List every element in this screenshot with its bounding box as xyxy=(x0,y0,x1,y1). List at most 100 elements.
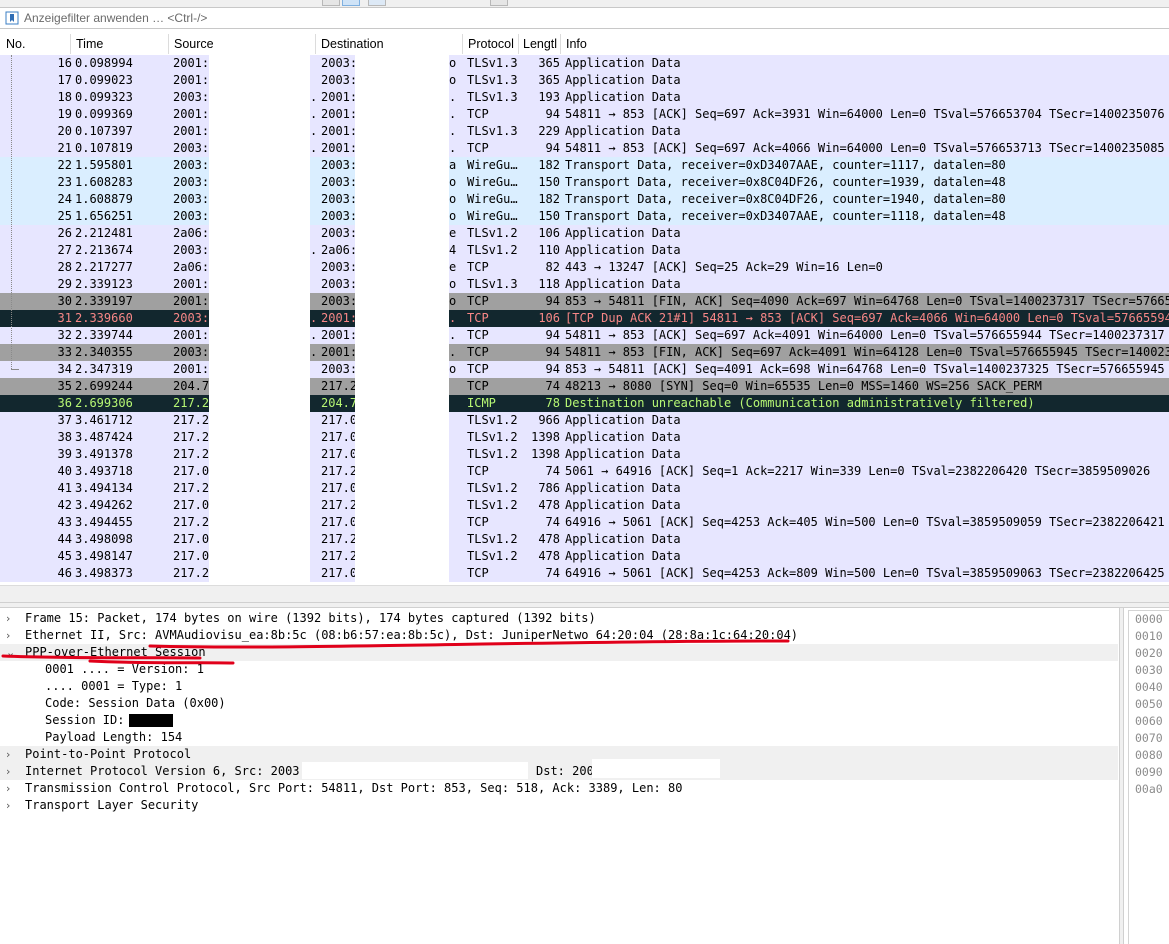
packet-row-33[interactable]: 33 2.340355 2003: 2001: TCP 94 54811 → 853 [FI… xyxy=(0,344,1169,361)
packet-destination: 2003: xyxy=(321,277,355,291)
conversation-tree-line xyxy=(11,55,13,369)
expand-down-icon[interactable]: ⌄ xyxy=(6,644,18,661)
packet-bytes-pane[interactable]: 0000 0010 0020 0030 0040 0050 0060 0070 0080 0090… xyxy=(1124,608,1169,944)
packet-source: 2001: xyxy=(173,56,209,70)
bookmark-icon[interactable] xyxy=(5,11,19,25)
packet-row-18[interactable]: 18 0.099323 2003: 2001: TLSv1.3 193 Applicatio… xyxy=(0,89,1169,106)
packet-row-45[interactable]: 45 3.498147 217.0 217.2 TLSv1.2 478 Applicatio… xyxy=(0,548,1169,565)
packet-row-21[interactable]: 21 0.107819 2003: 2001: TCP 94 54811 → 853 [AC… xyxy=(0,140,1169,157)
packet-number: 40 xyxy=(57,464,72,478)
packet-row-30[interactable]: 30 2.339197 2001: 2003: TCP 94 853 → 54811 [FI… xyxy=(0,293,1169,310)
packet-source: 2a06: xyxy=(173,260,209,274)
packet-row-39[interactable]: 39 3.491378 217.2 217.0 TLSv1.2 1398 Applicati… xyxy=(0,446,1169,463)
detail-row-1[interactable]: › Ethernet II, Src: AVMAudiovisu_ea:8b:5c… xyxy=(0,627,1118,644)
detail-row-3[interactable]: 0001 .... = Version: 1 xyxy=(0,661,1118,678)
packet-row-26[interactable]: 26 2.212481 2a06: 2003: TLSv1.2 106 Applicatio… xyxy=(0,225,1169,242)
toolbar-button[interactable] xyxy=(322,0,340,6)
packet-row-34[interactable]: 34 2.347319 2001: 2003: TCP 94 853 → 54811 [AC… xyxy=(0,361,1169,378)
packet-list[interactable]: 16 0.098994 2001: 2003: TLSv1.3 365 Applicatio… xyxy=(0,55,1169,585)
packet-info: 54811 → 853 [ACK] Seq=697 Ack=4091 Win=6… xyxy=(565,328,1165,342)
packet-row-27[interactable]: 27 2.213674 2003: 2a06: TLSv1.2 110 Applicatio… xyxy=(0,242,1169,259)
ipv6-dst-label: Dst: 200 xyxy=(536,764,594,778)
packet-length: 118 xyxy=(538,277,560,291)
expand-right-icon[interactable]: › xyxy=(6,797,18,814)
packet-row-23[interactable]: 23 1.608283 2003: 2003: WireGu… 150 Transport … xyxy=(0,174,1169,191)
packet-row-41[interactable]: 41 3.494134 217.2 217.0 TLSv1.2 786 Applicatio… xyxy=(0,480,1169,497)
packet-row-46[interactable]: 46 3.498373 217.2 217.0 TCP 74 64916 → 5061 [A… xyxy=(0,565,1169,582)
packet-row-37[interactable]: 37 3.461712 217.2 217.0 TLSv1.2 966 Applicatio… xyxy=(0,412,1169,429)
packet-row-20[interactable]: 20 0.107397 2001: 2001: TLSv1.3 229 Applicatio… xyxy=(0,123,1169,140)
packet-source-suffix xyxy=(310,174,318,191)
detail-row-5[interactable]: Code: Session Data (0x00) xyxy=(0,695,1118,712)
detail-row-4[interactable]: .... 0001 = Type: 1 xyxy=(0,678,1118,695)
display-filter-bar xyxy=(0,7,1169,29)
detail-row-11[interactable]: › Transport Layer Security xyxy=(0,797,1118,814)
packet-row-29[interactable]: 29 2.339123 2001: 2003: TLSv1.3 118 Applicatio… xyxy=(0,276,1169,293)
expand-right-icon[interactable]: › xyxy=(6,780,18,797)
packet-row-22[interactable]: 22 1.595801 2003: 2003: WireGu… 182 Transport … xyxy=(0,157,1169,174)
packet-info: 54811 → 853 [FIN, ACK] Seq=697 Ack=4091 … xyxy=(565,345,1169,359)
column-header-source[interactable]: Source xyxy=(174,37,214,51)
expand-right-icon[interactable]: › xyxy=(6,627,18,644)
packet-length: 478 xyxy=(538,549,560,563)
main-toolbar xyxy=(0,0,1169,7)
packet-length: 182 xyxy=(538,192,560,206)
packet-source: 2001: xyxy=(173,277,209,291)
packet-source-suffix xyxy=(310,55,318,72)
packet-number: 37 xyxy=(57,413,72,427)
packet-row-44[interactable]: 44 3.498098 217.0 217.2 TLSv1.2 478 Applicatio… xyxy=(0,531,1169,548)
expand-right-icon[interactable]: › xyxy=(6,763,18,780)
packet-list-header: No. Time Source Destination Protocol Len… xyxy=(0,34,1169,56)
packet-row-32[interactable]: 32 2.339744 2001: 2001: TCP 94 54811 → 853 [AC… xyxy=(0,327,1169,344)
detail-row-10[interactable]: › Transmission Control Protocol, Src Port… xyxy=(0,780,1118,797)
expand-right-icon[interactable]: › xyxy=(6,610,18,627)
packet-row-16[interactable]: 16 0.098994 2001: 2003: TLSv1.3 365 Applicatio… xyxy=(0,55,1169,72)
packet-length: 365 xyxy=(538,56,560,70)
packet-length: 182 xyxy=(538,158,560,172)
packet-source: 217.0 xyxy=(173,498,209,512)
packet-source: 217.2 xyxy=(173,566,209,580)
detail-row-2[interactable]: ⌄ PPP-over-Ethernet Session xyxy=(0,644,1118,661)
packet-row-35[interactable]: 35 2.699244 204.7 217.2 TCP 74 48213 → 8080 [S… xyxy=(0,378,1169,395)
packet-protocol: TCP xyxy=(467,141,489,155)
toolbar-button-active[interactable] xyxy=(342,0,360,6)
toolbar-button[interactable] xyxy=(490,0,508,6)
conversation-tree-end xyxy=(11,369,19,370)
packet-row-42[interactable]: 42 3.494262 217.0 217.2 TLSv1.2 478 Applicatio… xyxy=(0,497,1169,514)
packet-row-19[interactable]: 19 0.099369 2001: 2001: TCP 94 54811 → 853 [AC… xyxy=(0,106,1169,123)
expand-right-icon[interactable]: › xyxy=(6,746,18,763)
packet-destination: 2001: xyxy=(321,90,355,104)
packet-info: 54811 → 853 [ACK] Seq=697 Ack=4066 Win=6… xyxy=(565,141,1165,155)
packet-time: 3.494134 xyxy=(75,481,133,495)
packet-row-24[interactable]: 24 1.608879 2003: 2003: WireGu… 182 Transport … xyxy=(0,191,1169,208)
packet-destination-suffix: . xyxy=(449,124,457,138)
display-filter-input[interactable] xyxy=(24,9,1164,27)
packet-row-31[interactable]: 31 2.339660 2003: 2001: TCP 106 [TCP Dup ACK 2… xyxy=(0,310,1169,327)
packet-source-suffix: . xyxy=(310,107,318,121)
packet-time: 3.461712 xyxy=(75,413,133,427)
column-header-no[interactable]: No. xyxy=(6,37,25,51)
packet-row-25[interactable]: 25 1.656251 2003: 2003: WireGu… 150 Transport … xyxy=(0,208,1169,225)
packet-source: 2003: xyxy=(173,90,209,104)
column-header-protocol[interactable]: Protocol xyxy=(468,37,514,51)
packet-time: 2.699244 xyxy=(75,379,133,393)
packet-row-17[interactable]: 17 0.099023 2001: 2003: TLSv1.3 365 Applicatio… xyxy=(0,72,1169,89)
detail-row-0[interactable]: › Frame 15: Packet, 174 bytes on wire (13… xyxy=(0,610,1118,627)
packet-row-40[interactable]: 40 3.493718 217.0 217.2 TCP 74 5061 → 64916 [A… xyxy=(0,463,1169,480)
column-header-destination[interactable]: Destination xyxy=(321,37,384,51)
packet-row-36[interactable]: 36 2.699306 217.2 204.7 ICMP 78 Destination un… xyxy=(0,395,1169,412)
column-header-length[interactable]: Lengtl xyxy=(523,37,559,51)
detail-row-8[interactable]: › Point-to-Point Protocol xyxy=(0,746,1118,763)
packet-destination: 217.2 xyxy=(321,379,355,393)
detail-row-7[interactable]: Payload Length: 154 xyxy=(0,729,1118,746)
packet-list-horizontal-scrollbar[interactable] xyxy=(0,585,1169,603)
packet-protocol: TCP xyxy=(467,345,489,359)
column-header-info[interactable]: Info xyxy=(566,37,587,51)
packet-row-38[interactable]: 38 3.487424 217.2 217.0 TLSv1.2 1398 Applicati… xyxy=(0,429,1169,446)
packet-protocol: TLSv1.2 xyxy=(467,549,518,563)
toolbar-button[interactable] xyxy=(368,0,386,6)
packet-source: 2001: xyxy=(173,362,209,376)
column-header-time[interactable]: Time xyxy=(76,37,103,51)
packet-row-43[interactable]: 43 3.494455 217.2 217.0 TCP 74 64916 → 5061 [A… xyxy=(0,514,1169,531)
packet-row-28[interactable]: 28 2.217277 2a06: 2003: TCP 82 443 → 13247 [AC… xyxy=(0,259,1169,276)
